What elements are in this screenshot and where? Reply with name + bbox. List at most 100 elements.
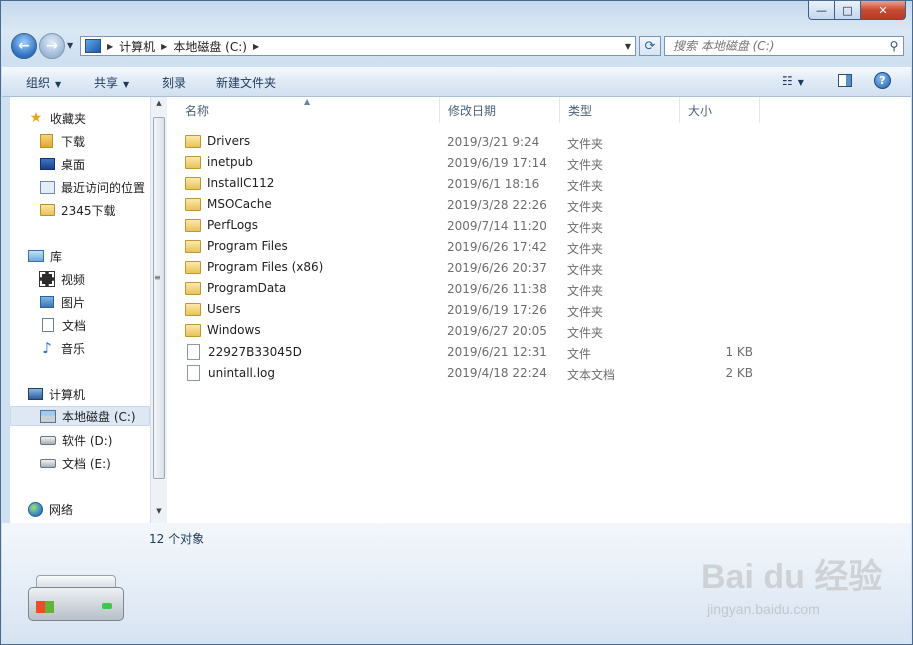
search-input[interactable] xyxy=(665,38,885,54)
table-row[interactable]: PerfLogs 2009/7/14 11:20 文件夹 xyxy=(185,215,765,236)
nav-music[interactable]: ♪ 音乐 xyxy=(40,338,85,358)
nav-downloads[interactable]: 下载 xyxy=(40,131,85,151)
nav-drive-e[interactable]: 文档 (E:) xyxy=(40,453,111,473)
column-header-date[interactable]: 修改日期 xyxy=(440,97,560,123)
view-options-button[interactable]: ☷ ▼ xyxy=(782,74,804,88)
file-date: 2019/4/18 22:24 xyxy=(447,366,547,380)
grip-icon: ≡ xyxy=(154,273,161,282)
chevron-down-icon: ▼ xyxy=(797,78,804,87)
file-type: 文件夹 xyxy=(567,326,604,340)
folder-icon xyxy=(185,197,201,211)
nav-recent-places[interactable]: 最近访问的位置 xyxy=(40,177,145,197)
table-row[interactable]: unintall.log 2019/4/18 22:24 文本文档 2 KB xyxy=(185,362,765,383)
nav-pictures[interactable]: 图片 xyxy=(40,292,85,312)
network-icon xyxy=(28,501,43,517)
column-header-type[interactable]: 类型 xyxy=(560,97,680,123)
file-type: 文件夹 xyxy=(567,179,604,193)
nav-local-disk-c[interactable]: 本地磁盘 (C:) xyxy=(10,406,150,426)
table-row[interactable]: 22927B33045D 2019/6/21 12:31 文件 1 KB xyxy=(185,341,765,362)
recent-places-icon xyxy=(40,180,55,194)
document-icon xyxy=(42,318,54,332)
folder-icon xyxy=(185,260,201,274)
file-name: ProgramData xyxy=(207,281,287,295)
file-date: 2019/3/21 9:24 xyxy=(447,135,540,149)
table-row[interactable]: ProgramData 2019/6/26 11:38 文件夹 xyxy=(185,278,765,299)
column-header-name[interactable]: 名称 xyxy=(177,97,440,123)
scrollbar-thumb[interactable] xyxy=(153,117,165,479)
back-button[interactable]: ← xyxy=(11,33,37,59)
folder-icon xyxy=(185,134,201,148)
breadcrumb-separator-icon[interactable]: ▶ xyxy=(253,42,259,51)
caption-buttons: — □ ✕ xyxy=(808,1,906,20)
table-row[interactable]: Program Files 2019/6/26 17:42 文件夹 xyxy=(185,236,765,257)
nav-videos[interactable]: 视频 xyxy=(39,269,85,289)
libraries-label: 库 xyxy=(50,249,63,264)
file-name: InstallC112 xyxy=(207,176,275,190)
file-size: 1 KB xyxy=(725,345,753,359)
download-folder-icon xyxy=(40,134,53,148)
scroll-up-icon[interactable]: ▲ xyxy=(153,99,165,113)
nav-drive-d[interactable]: 软件 (D:) xyxy=(40,430,112,450)
computer-icon xyxy=(28,388,43,400)
navigation-scrollbar[interactable]: ▲ ≡ ▼ xyxy=(150,97,167,523)
address-dropdown-icon[interactable]: ▼ xyxy=(625,42,631,51)
file-type: 文件夹 xyxy=(567,263,604,277)
nav-libraries[interactable]: 库 xyxy=(28,246,62,266)
maximize-button[interactable]: □ xyxy=(835,1,861,20)
folder-icon xyxy=(185,239,201,253)
text-file-icon xyxy=(187,365,200,381)
table-row[interactable]: InstallC112 2019/6/1 18:16 文件夹 xyxy=(185,173,765,194)
breadcrumb-separator-icon[interactable]: ▶ xyxy=(161,42,167,51)
share-button[interactable]: 共享 ▼ xyxy=(94,74,129,91)
nav-2345-downloads[interactable]: 2345下载 xyxy=(40,200,116,220)
breadcrumb-computer[interactable]: 计算机 xyxy=(119,38,155,55)
nav-documents[interactable]: 文档 xyxy=(40,315,86,335)
breadcrumb-separator-icon[interactable]: ▶ xyxy=(107,42,113,51)
breadcrumb-local-disk-c[interactable]: 本地磁盘 (C:) xyxy=(173,38,247,55)
file-name: Windows xyxy=(207,323,261,337)
file-date: 2019/6/21 12:31 xyxy=(447,345,547,359)
refresh-button[interactable]: ⟳ xyxy=(639,36,661,56)
organize-button[interactable]: 组织 ▼ xyxy=(26,74,61,91)
nav-item-label: 图片 xyxy=(61,295,86,310)
watermark-url: jingyan.baidu.com xyxy=(707,601,820,617)
nav-item-label: 软件 (D:) xyxy=(62,433,113,448)
file-name: MSOCache xyxy=(207,197,272,211)
nav-favorites[interactable]: ★ 收藏夹 xyxy=(28,108,86,128)
help-button[interactable]: ? xyxy=(874,72,891,89)
address-bar[interactable]: ▶ 计算机 ▶ 本地磁盘 (C:) ▶ ▼ xyxy=(80,36,636,56)
table-row[interactable]: MSOCache 2019/3/28 22:26 文件夹 xyxy=(185,194,765,215)
nav-item-label: 文档 xyxy=(62,318,87,333)
file-name: unintall.log xyxy=(208,366,275,380)
file-size: 2 KB xyxy=(725,366,753,380)
burn-button[interactable]: 刻录 xyxy=(162,74,186,91)
table-row[interactable]: Program Files (x86) 2019/6/26 20:37 文件夹 xyxy=(185,257,765,278)
nav-network[interactable]: 网络 xyxy=(28,499,73,519)
folder-icon xyxy=(185,323,201,337)
table-row[interactable]: Drivers 2019/3/21 9:24 文件夹 xyxy=(185,131,765,152)
close-button[interactable]: ✕ xyxy=(861,1,906,20)
scroll-down-icon[interactable]: ▼ xyxy=(153,507,165,521)
table-row[interactable]: Users 2019/6/19 17:26 文件夹 xyxy=(185,299,765,320)
search-icon[interactable]: ⚲ xyxy=(885,39,903,53)
history-dropdown-icon[interactable]: ▼ xyxy=(67,41,73,50)
nav-computer[interactable]: 计算机 xyxy=(28,384,85,404)
minimize-button[interactable]: — xyxy=(808,1,835,20)
nav-item-label: 本地磁盘 (C:) xyxy=(62,409,136,424)
arrow-right-icon: → xyxy=(46,38,58,54)
column-header-size[interactable]: 大小 xyxy=(680,97,760,123)
file-list: ▲ 名称 修改日期 类型 大小 Drivers 2019/3/21 9:24 文… xyxy=(167,97,911,523)
search-box[interactable]: ⚲ xyxy=(664,36,904,56)
file-name: PerfLogs xyxy=(207,218,259,232)
file-name: Drivers xyxy=(207,134,251,148)
table-row[interactable]: Windows 2019/6/27 20:05 文件夹 xyxy=(185,320,765,341)
arrow-left-icon: ← xyxy=(18,38,30,54)
new-folder-button[interactable]: 新建文件夹 xyxy=(216,74,276,91)
preview-pane-button[interactable] xyxy=(838,74,852,87)
forward-button[interactable]: → xyxy=(39,33,65,59)
file-name: inetpub xyxy=(207,155,253,169)
table-row[interactable]: inetpub 2019/6/19 17:14 文件夹 xyxy=(185,152,765,173)
item-count: 12 个对象 xyxy=(149,532,205,546)
nav-desktop[interactable]: 桌面 xyxy=(40,154,85,174)
nav-item-label: 下载 xyxy=(61,134,86,149)
